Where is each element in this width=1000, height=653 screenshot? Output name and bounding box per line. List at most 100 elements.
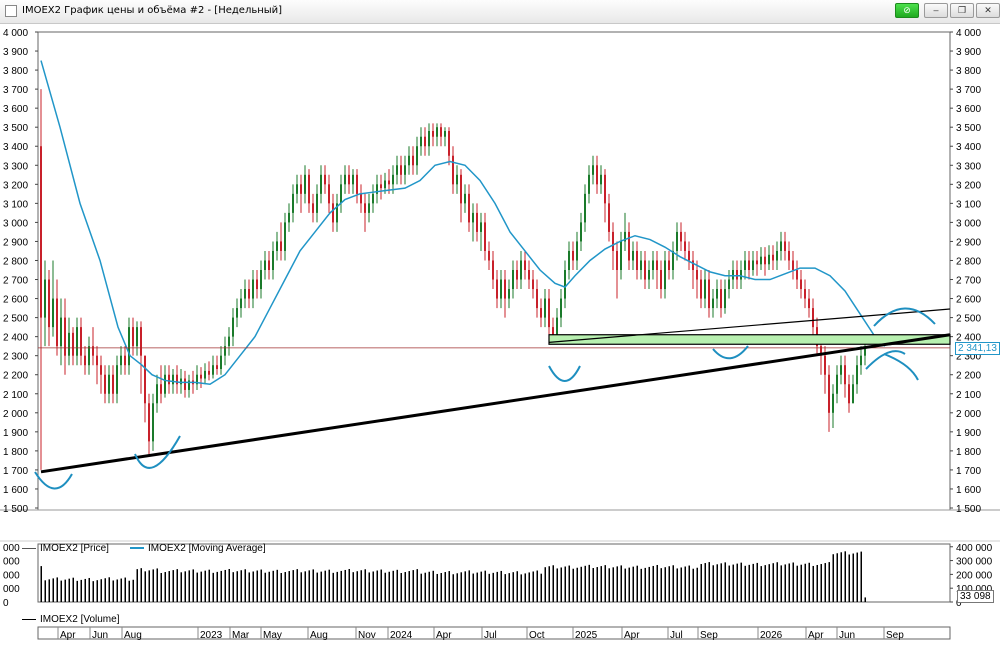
candle-body	[588, 174, 590, 194]
volume-bar	[324, 570, 326, 602]
candle-body	[348, 174, 350, 185]
y-tick-label-left: 2 900	[3, 237, 28, 248]
y-tick-label-left: 3 400	[3, 142, 28, 153]
price-volume-chart[interactable]: 1 500 1 500 1 600 1 600 1 700 1 700 1 800 1 800…	[0, 24, 1000, 653]
volume-bar	[40, 566, 42, 602]
y-tick-label-left: 3 900	[3, 47, 28, 58]
time-axis-label: Sep	[886, 630, 904, 641]
candle-body	[484, 222, 486, 251]
candle-body	[268, 260, 270, 270]
volume-bar	[368, 572, 370, 602]
candle-body	[632, 250, 634, 261]
volume-bar	[844, 551, 846, 602]
window-app-icon	[5, 5, 17, 17]
volume-bar	[496, 571, 498, 602]
volume-bar	[460, 572, 462, 602]
candle-body	[840, 365, 842, 375]
volume-bar	[660, 568, 662, 602]
candle-body	[860, 355, 862, 366]
volume-bar	[288, 571, 290, 602]
volume-bar	[800, 564, 802, 602]
candle-body	[548, 298, 550, 328]
candle-body	[516, 270, 518, 280]
candle-body	[428, 131, 430, 147]
volume-bar	[596, 567, 598, 602]
candle-body	[76, 327, 78, 356]
volume-bar	[372, 571, 374, 602]
volume-bar	[336, 571, 338, 602]
restore-button[interactable]: ❐	[950, 3, 974, 18]
volume-bar	[304, 571, 306, 602]
y-tick-label-right: 3 800	[956, 66, 981, 77]
volume-bar	[452, 574, 454, 602]
candle-body	[708, 279, 710, 309]
volume-bar	[168, 571, 170, 602]
volume-bar	[268, 571, 270, 602]
candle-body	[148, 403, 150, 442]
candle-body	[852, 384, 854, 404]
volume-bar	[140, 568, 142, 602]
close-button[interactable]: ✕	[976, 3, 1000, 18]
candle-body	[300, 184, 302, 194]
candle-body	[304, 174, 306, 194]
chart-area[interactable]: 1 500 1 500 1 600 1 600 1 700 1 700 1 800 1 800…	[0, 24, 1000, 653]
volume-bar	[340, 570, 342, 602]
volume-bar	[680, 567, 682, 602]
volume-bar	[376, 570, 378, 602]
candle-body	[228, 336, 230, 347]
candle-body	[180, 378, 182, 385]
y-tick-label-right: 2 200	[956, 371, 981, 382]
candle-body	[796, 270, 798, 280]
candle-body	[728, 279, 730, 290]
volume-tick-label-left: 000	[3, 543, 20, 554]
candle-body	[120, 355, 122, 366]
minimize-button[interactable]: –	[924, 3, 948, 18]
link-icon[interactable]: ⊘	[895, 3, 919, 18]
volume-bar	[724, 562, 726, 602]
candle-body	[580, 222, 582, 242]
time-axis-label: Aug	[310, 630, 328, 641]
candle-body	[412, 155, 414, 166]
volume-bar	[104, 578, 106, 602]
candle-body	[440, 127, 442, 137]
candle-body	[324, 174, 326, 185]
volume-bar	[572, 568, 574, 602]
candle-body	[136, 327, 138, 347]
volume-bar	[804, 563, 806, 602]
y-tick-label-left: 3 000	[3, 218, 28, 229]
volume-bar	[144, 571, 146, 602]
candle-body	[292, 193, 294, 213]
candle-body	[804, 289, 806, 299]
volume-bar	[64, 579, 66, 602]
volume-bar	[532, 571, 534, 602]
volume-bar	[784, 564, 786, 602]
y-tick-label-right: 3 900	[956, 47, 981, 58]
candle-body	[564, 270, 566, 299]
volume-bar	[768, 564, 770, 602]
candle-body	[808, 298, 810, 309]
candle-body	[664, 260, 666, 290]
volume-tick-label-left: 000	[3, 584, 20, 595]
candle-body	[432, 131, 434, 137]
volume-bar	[552, 565, 554, 602]
volume-bar	[280, 573, 282, 602]
candle-body	[312, 203, 314, 213]
candle-body	[748, 260, 750, 270]
y-tick-label-left: 2 500	[3, 314, 28, 325]
volume-bar	[824, 563, 826, 602]
volume-bar	[348, 568, 350, 602]
candle-body	[620, 241, 622, 270]
volume-bar	[676, 568, 678, 602]
candle-body	[520, 260, 522, 280]
volume-bar	[272, 570, 274, 602]
volume-bar	[708, 562, 710, 602]
candle-body	[648, 270, 650, 280]
legend-ma-label: IMOEX2 [Moving Average]	[148, 543, 266, 554]
y-tick-label-left: 1 900	[3, 428, 28, 439]
volume-bar	[156, 568, 158, 602]
candle-body	[680, 231, 682, 242]
candle-body	[156, 384, 158, 404]
time-axis-label: Nov	[358, 630, 376, 641]
legend-volume: IMOEX2 [Volume]	[22, 614, 119, 625]
candle-body	[160, 384, 162, 394]
